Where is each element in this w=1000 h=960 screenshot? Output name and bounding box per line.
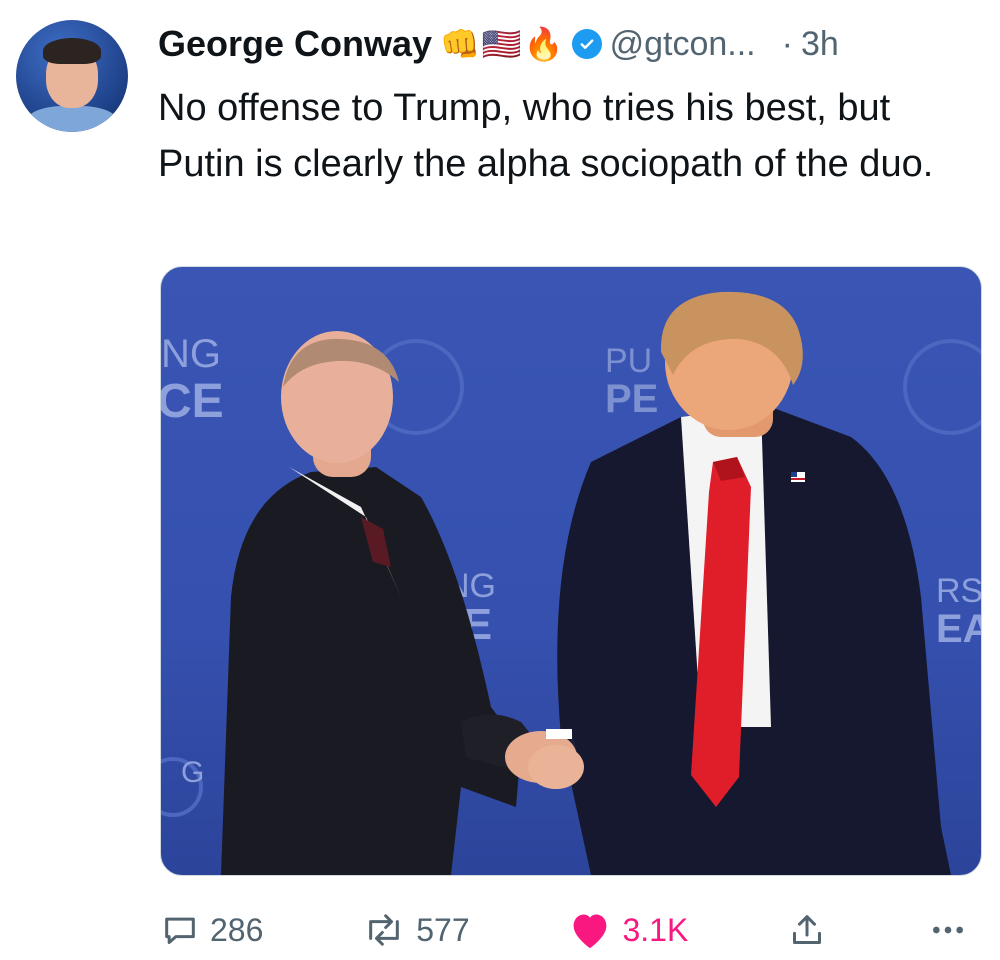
- tweet-text: No offense to Trump, who tries his best,…: [158, 87, 934, 185]
- reply-count: 286: [210, 911, 264, 948]
- tweet-media-photo[interactable]: NG CE PU PE UING CE RS EA G: [160, 266, 982, 876]
- tweet-header: George Conway 👊 🇺🇸 🔥 @gtcon... · 3h: [158, 18, 984, 70]
- author-name[interactable]: George Conway: [158, 23, 432, 65]
- fist-emoji: 👊: [440, 26, 480, 62]
- backdrop-text-left-1: NG: [161, 332, 221, 376]
- fire-emoji: 🔥: [523, 26, 564, 62]
- repost-button[interactable]: 577: [362, 910, 470, 950]
- like-count: 3.1K: [622, 911, 689, 948]
- backdrop-text-top-right-1: PU: [605, 342, 652, 380]
- backdrop-text-left-2: CE: [161, 375, 224, 428]
- backdrop-text-far-right-2: EA: [936, 607, 981, 651]
- share-button[interactable]: [787, 910, 827, 950]
- like-button[interactable]: 3.1K: [568, 910, 688, 950]
- avatar-hair: [43, 38, 101, 64]
- repost-count: 577: [416, 911, 470, 948]
- us-flag-emoji: 🇺🇸: [481, 26, 522, 62]
- more-icon: [932, 926, 963, 934]
- reply-button[interactable]: 286: [160, 910, 263, 950]
- share-icon: [793, 915, 822, 944]
- seal-emblem-right: [903, 339, 981, 435]
- author-avatar[interactable]: [16, 20, 128, 132]
- like-icon: [574, 914, 607, 949]
- author-emojis: 👊 🇺🇸 🔥: [440, 25, 564, 63]
- backdrop-text-top-right-2: PE: [605, 377, 658, 421]
- tweet-actions: 286 577 3.1K: [160, 900, 970, 960]
- right-figure: [541, 291, 951, 875]
- tweet-timestamp[interactable]: 3h: [801, 25, 839, 64]
- reply-icon: [165, 917, 195, 944]
- separator-dot: ·: [781, 24, 793, 63]
- more-button[interactable]: [926, 910, 970, 950]
- avatar-shirt: [26, 106, 118, 132]
- repost-icon: [369, 914, 400, 946]
- backdrop-text-bottom-left: G: [181, 756, 204, 789]
- verified-icon[interactable]: [571, 29, 602, 59]
- backdrop-text-far-right-1: RS: [936, 572, 981, 610]
- author-handle[interactable]: @gtcon...: [610, 25, 756, 64]
- photo-illustration: NG CE PU PE UING CE RS EA G: [161, 291, 981, 875]
